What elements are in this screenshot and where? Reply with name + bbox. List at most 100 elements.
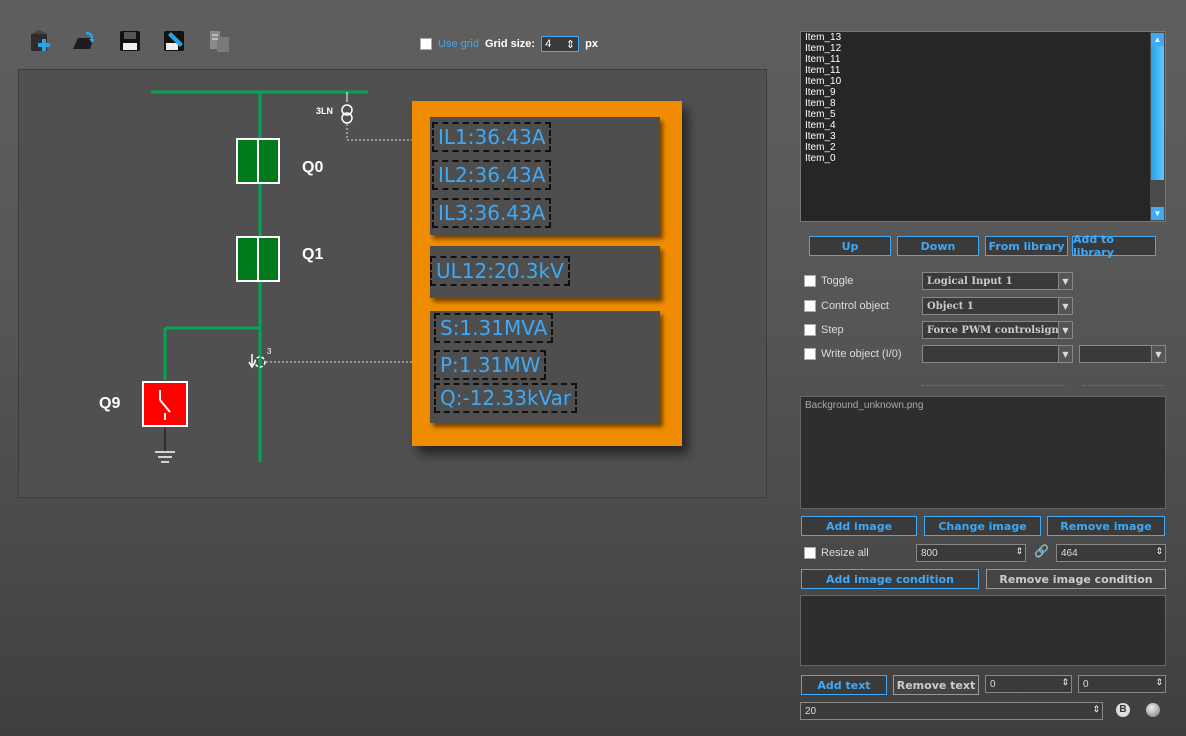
control-object-checkbox[interactable] (804, 300, 816, 312)
open-icon[interactable] (72, 29, 96, 53)
step-label: Step (821, 324, 844, 336)
spin-arrows-icon[interactable]: ⇕ (1092, 704, 1100, 715)
grid-size-label: Grid size: (484, 38, 536, 50)
up-button[interactable]: Up (809, 236, 891, 256)
write-object-row: Write object (I/0) (804, 345, 902, 363)
chevron-down-icon[interactable]: ▼ (1058, 346, 1072, 362)
list-item[interactable]: Item_10 (801, 76, 1165, 87)
grid-size-value: 4 (545, 38, 552, 50)
new-item-icon[interactable] (28, 29, 52, 53)
step-row: Step (804, 321, 844, 339)
step-checkbox[interactable] (804, 324, 816, 336)
measurement-il2[interactable]: IL2:36.43A (432, 160, 552, 190)
measurement-frame[interactable]: IL1:36.43A IL2:36.43A IL3:36.43A UL12:20… (412, 101, 682, 446)
divider (1083, 385, 1163, 386)
list-item[interactable]: Item_0 (801, 153, 1165, 164)
chevron-down-icon[interactable]: ▼ (1058, 273, 1072, 289)
measurement-q[interactable]: Q:-12.33kVar (434, 383, 578, 413)
spin-arrows-icon[interactable]: ⇕ (1061, 677, 1069, 688)
remove-image-button[interactable]: Remove image (1047, 516, 1165, 536)
list-item[interactable]: Item_4 (801, 120, 1165, 131)
list-item[interactable]: Item_12 (801, 43, 1165, 54)
list-item[interactable]: Item_8 (801, 98, 1165, 109)
divider (922, 385, 1066, 386)
bay-label-q9: Q9 (99, 395, 121, 412)
image-list[interactable]: Background_unknown.png (800, 396, 1166, 509)
control-object-label: Control object (821, 300, 889, 312)
toggle-row: Toggle (804, 272, 853, 290)
text-x-input[interactable]: 0 ⇕ (985, 675, 1072, 693)
list-item[interactable]: Item_11 (801, 65, 1165, 76)
resize-all-label: Resize all (821, 547, 869, 559)
bold-icon[interactable]: B (1116, 703, 1130, 717)
resize-all-checkbox[interactable] (804, 547, 816, 559)
list-item[interactable]: Item_2 (801, 142, 1165, 153)
remove-text-button[interactable]: Remove text (893, 675, 979, 695)
spin-arrows-icon[interactable]: ⇕ (1015, 546, 1023, 557)
from-library-button[interactable]: From library (985, 236, 1068, 256)
control-object-row: Control object (804, 297, 889, 315)
step-select[interactable]: Force PWM controlsignal ▼ (922, 321, 1073, 339)
remove-image-condition-button[interactable]: Remove image condition (986, 569, 1166, 589)
spin-arrows-icon[interactable]: ⇕ (566, 38, 575, 51)
edit-icon[interactable] (162, 29, 186, 53)
toggle-select-value: Logical Input 1 (927, 275, 1013, 287)
use-grid-label: Use grid (438, 38, 479, 50)
height-input[interactable]: 464 ⇕ (1056, 544, 1166, 562)
text-y-value: 0 (1083, 678, 1089, 690)
add-to-library-button[interactable]: Add to library (1072, 233, 1156, 259)
write-object-label: Write object (I/0) (821, 348, 902, 360)
measurement-p[interactable]: P:1.31MW (434, 350, 547, 380)
scroll-thumb[interactable] (1151, 46, 1164, 180)
write-object-select-2[interactable]: ▼ (1079, 345, 1166, 363)
write-object-checkbox[interactable] (804, 348, 816, 360)
measurement-il3[interactable]: IL3:36.43A (432, 198, 552, 228)
change-image-button[interactable]: Change image (924, 516, 1041, 536)
measurement-ul12[interactable]: UL12:20.3kV (430, 256, 570, 286)
resize-all-row: Resize all (804, 544, 869, 562)
add-image-condition-button[interactable]: Add image condition (801, 569, 979, 589)
chevron-down-icon[interactable]: ▼ (1151, 346, 1165, 362)
use-grid-checkbox[interactable] (420, 38, 432, 50)
scroll-down-icon[interactable]: ▼ (1151, 207, 1164, 220)
measurement-il1[interactable]: IL1:36.43A (432, 122, 552, 152)
list-item[interactable]: Item_9 (801, 87, 1165, 98)
step-select-value: Force PWM controlsignal (927, 324, 1070, 336)
list-item[interactable]: Item_3 (801, 131, 1165, 142)
color-picker-icon[interactable] (1146, 703, 1160, 717)
grid-settings: Use grid Grid size: 4 ⇕ px (420, 36, 598, 52)
scroll-up-icon[interactable]: ▲ (1151, 33, 1164, 46)
grid-unit-label: px (585, 38, 598, 50)
diagram-canvas[interactable]: 3LN 3 Q0 Q1 Q9 IL1:36.43A IL2:36.43A IL3… (18, 69, 767, 498)
width-input[interactable]: 800 ⇕ (916, 544, 1026, 562)
add-text-button[interactable]: Add text (801, 675, 887, 695)
save-icon[interactable] (118, 29, 142, 53)
height-value: 464 (1061, 547, 1078, 559)
copy-icon[interactable] (207, 29, 231, 53)
spin-arrows-icon[interactable]: ⇕ (1155, 677, 1163, 688)
list-scrollbar[interactable]: ▲ ▼ (1150, 32, 1165, 221)
control-object-select[interactable]: Object 1 ▼ (922, 297, 1073, 315)
toggle-checkbox[interactable] (804, 275, 816, 287)
add-image-button[interactable]: Add image (801, 516, 917, 536)
toggle-select[interactable]: Logical Input 1 ▼ (922, 272, 1073, 290)
condition-list[interactable] (800, 595, 1166, 666)
measurement-s[interactable]: S:1.31MVA (434, 313, 554, 343)
image-list-item[interactable]: Background_unknown.png (801, 397, 1165, 414)
chevron-down-icon[interactable]: ▼ (1058, 298, 1072, 314)
spin-arrows-icon[interactable]: ⇕ (1155, 546, 1163, 557)
list-item[interactable]: Item_5 (801, 109, 1165, 120)
down-button[interactable]: Down (897, 236, 979, 256)
sensor-label: 3 (267, 347, 272, 356)
list-item[interactable]: Item_11 (801, 54, 1165, 65)
grid-size-input[interactable]: 4 ⇕ (541, 36, 580, 52)
item-list[interactable]: Item_13 Item_12 Item_11 Item_11 Item_10 Item_… (800, 31, 1166, 222)
text-size-input[interactable]: 20 ⇕ (800, 702, 1103, 720)
control-object-select-value: Object 1 (927, 300, 974, 312)
text-y-input[interactable]: 0 ⇕ (1078, 675, 1166, 693)
write-object-select[interactable]: ▼ (922, 345, 1073, 363)
link-icon[interactable]: 🔗 (1034, 544, 1049, 560)
chevron-down-icon[interactable]: ▼ (1058, 322, 1072, 338)
list-item[interactable]: Item_13 (801, 32, 1165, 43)
transformer-label: 3LN (316, 106, 334, 116)
